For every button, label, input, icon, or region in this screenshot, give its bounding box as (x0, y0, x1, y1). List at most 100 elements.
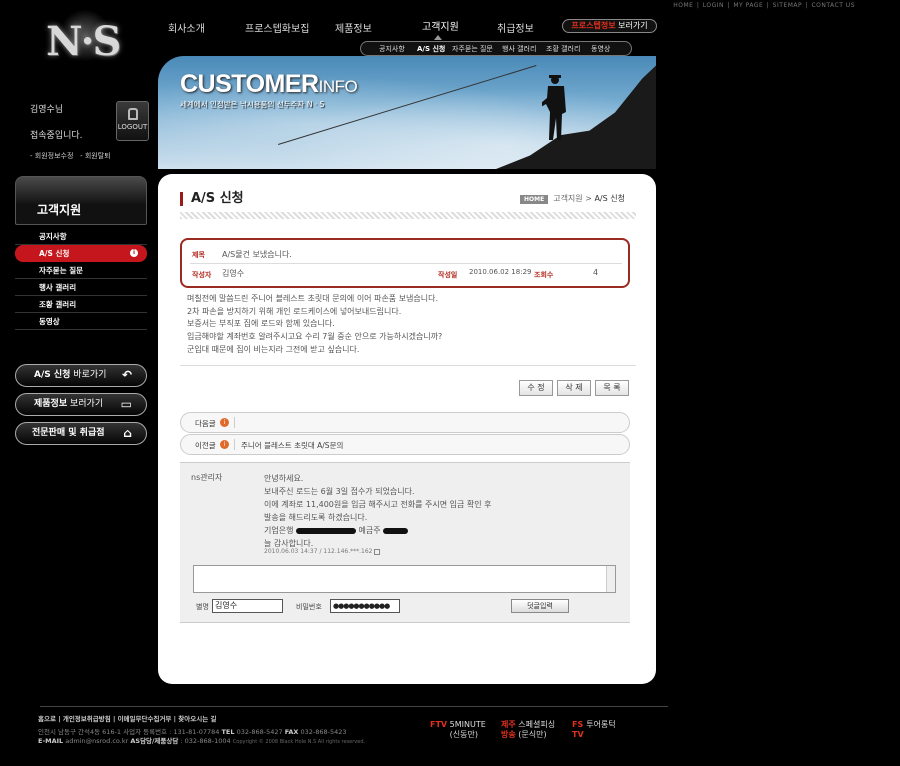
comment-line: 보내주신 로드는 6월 3일 접수가 되었습니다. (264, 487, 415, 496)
main-nav: 회사소개 프로스텝화보집 제품정보 고객지원 취급정보 프로스텝정보 보러가기 (160, 18, 660, 35)
views-label: 조회수 (534, 271, 554, 279)
post-body-line: 2차 파손을 방지하기 위해 개인 로드케이스에 넣어보내드립니다. (187, 306, 402, 316)
prev-post-label: 이전글 (195, 441, 216, 450)
prev-post-title[interactable]: 주니어 블레스트 초릿대 A/S문의 (241, 440, 343, 451)
subject-label: 제목 (192, 251, 205, 259)
next-post-row[interactable]: 다음글 i (180, 412, 630, 433)
subnav-as[interactable]: A/S 신청 (417, 44, 445, 54)
side-item-event-gallery[interactable]: 행사 갤러리 (15, 279, 147, 296)
next-post-label: 다음글 (195, 419, 216, 428)
author-label: 작성자 (192, 271, 212, 279)
product-shortcut-bold: 제품정보 (34, 399, 68, 409)
dealers-shortcut-button[interactable]: 전문판매 및 취급점 ⌂ (15, 422, 147, 445)
nav-dealers[interactable]: 취급정보 (497, 20, 534, 35)
subnav-notice[interactable]: 공지사항 (379, 44, 405, 54)
side-item-video[interactable]: 동영상 (15, 313, 147, 330)
post-author: 김영수 (222, 269, 245, 278)
redacted-account (295, 527, 356, 534)
brand-fstv-red: FS TV (572, 720, 584, 739)
subnav-video[interactable]: 동영상 (591, 44, 610, 54)
comment-author: ns관리자 (191, 473, 223, 482)
breadcrumb: HOME 고객지원 > A/S 신청 (520, 193, 625, 204)
fisherman-silhouette (542, 75, 566, 140)
nav-company[interactable]: 회사소개 (168, 20, 205, 35)
comment-submit-button[interactable]: 덧글입력 (511, 599, 569, 613)
close-icon[interactable] (374, 548, 381, 555)
nav-products[interactable]: 제품정보 (335, 20, 372, 35)
side-item-catch-gallery[interactable]: 조황 갤러리 (15, 296, 147, 313)
post-subject: A/S물건 보냈습니다. (222, 250, 292, 259)
footer-brand-fstv[interactable]: FS TV 투어롱턱 (572, 720, 616, 740)
side-item-as[interactable]: A/S 신청 i (15, 245, 147, 262)
side-menu-header: 고객지원 (15, 176, 147, 225)
edit-profile-link[interactable]: - 회원정보수정 (30, 152, 73, 160)
delete-button[interactable]: 삭 제 (557, 380, 591, 396)
nav-customer-support[interactable]: 고객지원 (422, 18, 459, 33)
bank-mid: 예금주 (355, 526, 384, 535)
subnav-catch-gallery[interactable]: 조황 갤러리 (546, 44, 580, 54)
footer-divider (40, 706, 668, 707)
breadcrumb-mid[interactable]: 고객지원 (553, 194, 582, 203)
footer-tel-label: TEL (221, 728, 235, 736)
post-body-line: 며칠전에 말씀드린 주니어 블레스트 초릿대 문의에 이어 파손품 보냅습니다. (187, 294, 439, 303)
post-body: 며칠전에 말씀드린 주니어 블레스트 초릿대 문의에 이어 파손품 보냅습니다.… (187, 293, 442, 357)
top-link-home[interactable]: HOME (673, 2, 693, 9)
footer-fax: 032-868-5423 (298, 728, 347, 736)
title-divider (180, 212, 636, 219)
side-item-as-label: A/S 신청 (39, 249, 70, 258)
as-shortcut-normal: 바로가기 (70, 370, 107, 380)
nickname-input[interactable]: 김영수 (212, 599, 283, 613)
logout-button[interactable]: LOGOUT (116, 101, 149, 141)
home-icon: ⌂ (123, 426, 132, 440)
prev-post-row[interactable]: 이전글 i 주니어 블레스트 초릿대 A/S문의 (180, 434, 630, 455)
footer-brand-ftv[interactable]: FTV 5MINUTE (신동만) (430, 720, 486, 740)
leave-link[interactable]: - 회원탈퇴 (80, 152, 111, 160)
user-links: - 회원정보수정 - 회원탈퇴 (30, 151, 111, 161)
footer-links[interactable]: 홈으로 | 개인정보취급방침 | 이메일무단수집거부 | 찾아오시는 길 (38, 713, 216, 723)
post-views: 4 (593, 268, 599, 277)
info-icon: i (220, 418, 229, 427)
logout-label: LOGOUT (117, 123, 148, 131)
return-arrow-icon: ↶ (121, 368, 132, 382)
banner-subtitle: 세계에서 인정받은 낚시용품의 선두주자 N · S (180, 100, 325, 109)
footer-email[interactable]: admin@nsrod.co.kr (63, 737, 130, 745)
sub-nav: 공지사항 A/S 신청 자주묻는 질문 행사 갤러리 조황 갤러리 동영상 (360, 41, 632, 56)
nickname-label: 별명 (196, 603, 209, 611)
prostep-info-button[interactable]: 프로스텝정보 보러가기 (562, 19, 657, 33)
active-nav-indicator (434, 35, 442, 40)
textarea-scrollbar[interactable] (606, 566, 615, 592)
password-input[interactable]: ●●●●●●●●●●● (330, 599, 400, 613)
nav-prostep-gallery[interactable]: 프로스텝화보집 (245, 20, 309, 35)
list-button[interactable]: 목 록 (595, 380, 629, 396)
page-title: A/S 신청 (180, 192, 244, 206)
subnav-faq[interactable]: 자주묻는 질문 (452, 44, 493, 54)
footer-brand-jeju[interactable]: 제주 방송 스페셜피싱 (문식만) (501, 720, 555, 740)
as-request-shortcut-button[interactable]: A/S 신청 바로가기 ↶ (15, 364, 147, 387)
monitor-icon: ▭ (120, 397, 132, 411)
logo[interactable]: N·S (40, 8, 130, 70)
top-link-sitemap[interactable]: SITEMAP (773, 2, 802, 9)
top-links: HOME | LOGIN | MY PAGE | SITEMAP | CONTA… (673, 2, 855, 9)
footer-as-label: AS담당/제품상담 (130, 737, 179, 745)
post-body-line: 보증서는 부직포 집에 로드와 함께 있습니다. (187, 319, 335, 329)
password-label: 비밀번호 (296, 603, 322, 611)
subnav-event-gallery[interactable]: 행사 갤러리 (502, 44, 536, 54)
footer-as-tel: : 032-868-1004 (178, 737, 231, 745)
comment-text: 안녕하세요. 보내주신 로드는 6월 3일 접수가 되었습니다. 이에 계좌로 … (264, 472, 492, 550)
breadcrumb-home[interactable]: HOME (520, 195, 549, 204)
side-menu-title: 고객지원 (37, 203, 82, 217)
top-link-contact[interactable]: CONTACT US (811, 2, 855, 9)
user-name: 김영수님 (30, 105, 64, 115)
top-link-login[interactable]: LOGIN (703, 2, 724, 9)
post-body-line: 입금해야할 계좌번호 알려주시고요 수리 7월 중순 안으로 가능하시겠습니까? (187, 332, 443, 342)
side-item-faq[interactable]: 자주묻는 질문 (15, 262, 147, 279)
comment-meta: 2010.06.03 14:37 / 112.146.***.162 (264, 548, 381, 555)
side-item-notice[interactable]: 공지사항 (15, 228, 147, 245)
date-label: 작성일 (438, 271, 458, 279)
product-info-shortcut-button[interactable]: 제품정보 보러가기 ▭ (15, 393, 147, 416)
footer-tel: 032-868-5427 (234, 728, 285, 736)
top-link-mypage[interactable]: MY PAGE (733, 2, 763, 9)
comment-textarea[interactable] (193, 565, 616, 593)
redacted-holder (383, 527, 409, 534)
edit-button[interactable]: 수 정 (519, 380, 553, 396)
